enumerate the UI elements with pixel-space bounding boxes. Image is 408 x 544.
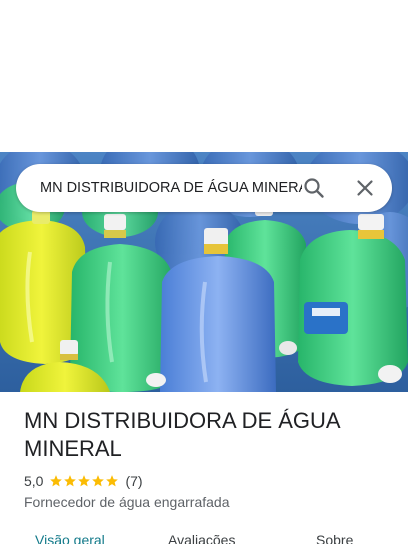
place-title: MN DISTRIBUIDORA DE ÁGUA MINERAL [24,408,340,461]
review-count[interactable]: (7) [125,473,142,489]
tab-overview[interactable]: Visão geral [35,530,105,544]
close-icon[interactable] [353,176,377,200]
place-page: MN DISTRIBUIDORA DE ÁGUA MINERAL MN DIST… [0,0,408,544]
star-icon [106,475,119,487]
rating-row[interactable]: 5,0 (7) [24,472,143,490]
star-icon [50,475,63,487]
search-bar[interactable]: MN DISTRIBUIDORA DE ÁGUA MINERAL [16,164,392,212]
search-icon[interactable] [302,176,326,200]
star-icon [78,475,91,487]
place-category: Fornecedor de água engarrafada [24,494,230,510]
star-rating [49,474,119,488]
tab-reviews[interactable]: Avaliações [168,530,235,544]
place-tabs: Visão geral Avaliações Sobre [0,530,408,544]
star-icon [92,475,105,487]
rating-value: 5,0 [24,473,44,489]
star-icon [64,475,77,487]
tab-about[interactable]: Sobre [316,530,353,544]
search-input[interactable]: MN DISTRIBUIDORA DE ÁGUA MINERAL [40,164,302,212]
